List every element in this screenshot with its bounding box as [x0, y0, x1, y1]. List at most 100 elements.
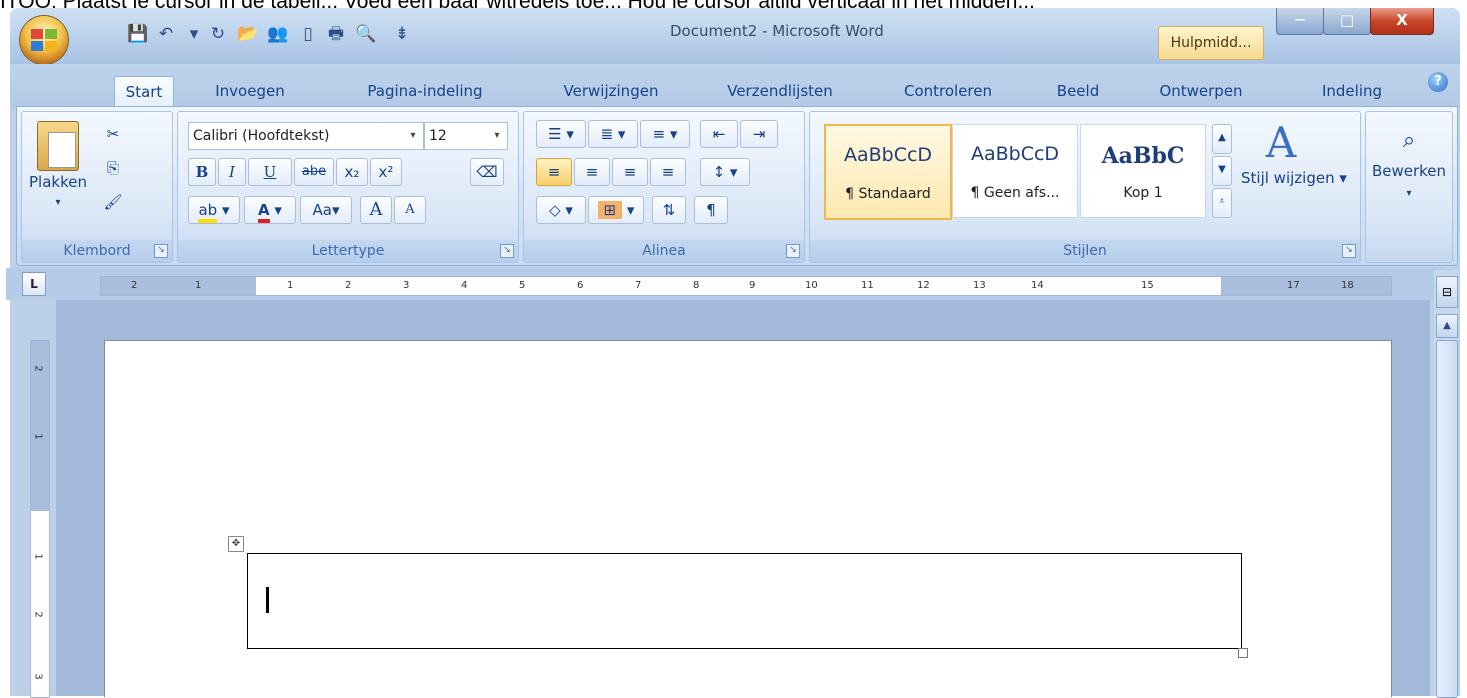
superscript-button[interactable]: x²	[370, 158, 402, 186]
share-icon[interactable]: 👥	[266, 22, 290, 46]
find-button[interactable]: ⌕ Bewerken ▾	[1368, 120, 1450, 222]
tab-start[interactable]: Start	[114, 76, 174, 109]
redo-icon[interactable]: ↻	[206, 22, 230, 46]
new-icon[interactable]: ▯	[296, 22, 320, 46]
tab-beeld[interactable]: Beeld	[1046, 76, 1110, 108]
underline-button[interactable]: U	[248, 158, 292, 186]
lettertype-launcher-icon[interactable]: ↘	[500, 244, 514, 258]
ruler-number: 2	[32, 365, 44, 372]
ruler-number: 8	[693, 280, 700, 291]
group-label-alinea: Alinea	[524, 240, 804, 262]
preview-icon[interactable]: 🔍	[354, 22, 378, 46]
text-cursor	[266, 587, 269, 613]
tab-controleren[interactable]: Controleren	[886, 76, 1010, 108]
gallery-up-icon[interactable]: ▲	[1212, 124, 1232, 154]
increase-indent-icon[interactable]: ⇥	[740, 120, 778, 148]
show-formatting-icon[interactable]: ¶	[694, 196, 728, 224]
change-case-button[interactable]: Aa▾	[300, 196, 352, 224]
chevron-down-icon: ▾	[1406, 188, 1412, 199]
style-kop-1[interactable]: AaBbC Kop 1	[1080, 124, 1206, 218]
stijlen-launcher-icon[interactable]: ↘	[1342, 244, 1356, 258]
tab-indeling[interactable]: Indeling	[1306, 76, 1398, 108]
klembord-launcher-icon[interactable]: ↘	[154, 244, 168, 258]
ruler-number: 4	[461, 280, 468, 291]
clear-format-icon[interactable]: ⌫	[470, 158, 504, 186]
help-icon[interactable]: ?	[1428, 72, 1448, 92]
font-combo[interactable]: Calibri (Hoofdtekst) ▾	[188, 122, 424, 150]
open-icon[interactable]: 📂	[236, 22, 260, 46]
paste-button[interactable]: Plakken ▾	[26, 116, 90, 218]
ribbon-tabs: Start Invoegen Pagina-indeling Verwijzin…	[10, 64, 1460, 109]
scroll-up-icon[interactable]: ▲	[1436, 314, 1458, 338]
ribbon: Plakken ▾ ✂ ⎘ 🖌 Klembord ↘ Calibri (Hoof…	[16, 106, 1458, 266]
ruler-number: 14	[1031, 280, 1044, 291]
save-icon[interactable]: 💾	[126, 22, 150, 46]
group-klembord: Plakken ▾ ✂ ⎘ 🖌 Klembord ↘	[21, 111, 173, 263]
copy-icon[interactable]: ⎘	[98, 154, 128, 182]
horizontal-ruler[interactable]: 2 1 1 2 3 4 5 6 7 8 9 10 11 12 13 14 15 …	[100, 276, 1392, 296]
minimize-button[interactable]: ─	[1276, 8, 1324, 35]
multilevel-list-icon[interactable]: ≡ ▾	[640, 120, 690, 148]
shading-icon[interactable]: ◇ ▾	[536, 196, 586, 224]
ruler-number: 12	[917, 280, 930, 291]
contextual-tab-group[interactable]: Hulpmidd...	[1158, 26, 1264, 60]
italic-button[interactable]: I	[218, 158, 246, 186]
font-color-button[interactable]: A ▾	[244, 196, 296, 224]
group-lettertype: Calibri (Hoofdtekst) ▾ 12 ▾ B I U abe x₂…	[177, 111, 519, 263]
ruler-number: 11	[861, 280, 874, 291]
maximize-button[interactable]: □	[1323, 8, 1371, 35]
change-styles-button[interactable]: A Stijl wijzigen ▾	[1240, 116, 1347, 222]
vertical-ruler[interactable]: 2 1 1 2 3	[30, 340, 50, 698]
chevron-down-icon: ▾	[494, 130, 500, 141]
bold-button[interactable]: B	[188, 158, 216, 186]
highlight-color-button[interactable]: ab ▾	[188, 196, 240, 224]
bullets-icon[interactable]: ☰ ▾	[536, 120, 586, 148]
ruler-number: 1	[32, 433, 44, 440]
office-logo-icon	[31, 29, 57, 51]
undo-icon[interactable]: ↶	[154, 22, 178, 46]
font-size-combo[interactable]: 12 ▾	[424, 122, 508, 150]
alinea-launcher-icon[interactable]: ↘	[786, 244, 800, 258]
grow-font-button[interactable]: A	[360, 196, 392, 224]
scrollbar-thumb[interactable]	[1436, 340, 1458, 698]
close-button[interactable]: X	[1370, 8, 1434, 35]
print-icon[interactable]: 🖶	[324, 22, 348, 46]
tab-selector-button[interactable]: L	[22, 272, 46, 296]
decrease-indent-icon[interactable]: ⇤	[700, 120, 738, 148]
align-left-icon[interactable]: ≡	[536, 158, 572, 186]
paste-dropdown-icon: ▾	[55, 197, 61, 208]
format-painter-icon[interactable]: 🖌	[98, 188, 128, 216]
tab-verwijzingen[interactable]: Verwijzingen	[544, 76, 678, 108]
ruler-number: 2	[32, 611, 44, 618]
strikethrough-button[interactable]: abe	[294, 158, 334, 186]
customize-icon[interactable]: ⇟	[390, 22, 414, 46]
office-button[interactable]	[20, 16, 68, 64]
justify-icon[interactable]: ≡	[650, 158, 686, 186]
view-ruler-icon[interactable]: ⊟	[1436, 276, 1458, 308]
gallery-down-icon[interactable]: ▼	[1212, 156, 1232, 186]
sort-icon[interactable]: ⇅	[652, 196, 686, 224]
align-right-icon[interactable]: ≡	[612, 158, 648, 186]
line-spacing-icon[interactable]: ↕ ▾	[700, 158, 750, 186]
undo-dropdown-icon[interactable]: ▾	[182, 22, 206, 46]
align-center-icon[interactable]: ≡	[574, 158, 610, 186]
style-geen-afstand[interactable]: AaBbCcD ¶ Geen afs...	[952, 124, 1078, 218]
style-standaard[interactable]: AaBbCcD ¶ Standaard	[824, 124, 952, 220]
tab-pagina-indeling[interactable]: Pagina-indeling	[350, 76, 500, 108]
table-cell[interactable]	[247, 553, 1242, 649]
borders-icon[interactable]: ⊞ ▾	[588, 196, 644, 224]
ruler-number: 3	[32, 673, 44, 680]
shrink-font-button[interactable]: A	[394, 196, 426, 224]
ruler-number: 7	[635, 280, 642, 291]
tab-verzendlijsten[interactable]: Verzendlijsten	[714, 76, 846, 108]
cut-icon[interactable]: ✂	[98, 120, 128, 148]
paste-label: Plakken	[29, 173, 87, 191]
table-move-handle-icon[interactable]: ✥	[228, 536, 244, 552]
gallery-more-icon[interactable]: ⩡	[1212, 188, 1232, 218]
table-resize-handle[interactable]	[1238, 648, 1248, 658]
subscript-button[interactable]: x₂	[336, 158, 368, 186]
style-name: Kop 1	[1123, 185, 1163, 201]
tab-ontwerpen[interactable]: Ontwerpen	[1146, 76, 1256, 108]
numbering-icon[interactable]: ≣ ▾	[588, 120, 638, 148]
tab-invoegen[interactable]: Invoegen	[208, 76, 292, 108]
